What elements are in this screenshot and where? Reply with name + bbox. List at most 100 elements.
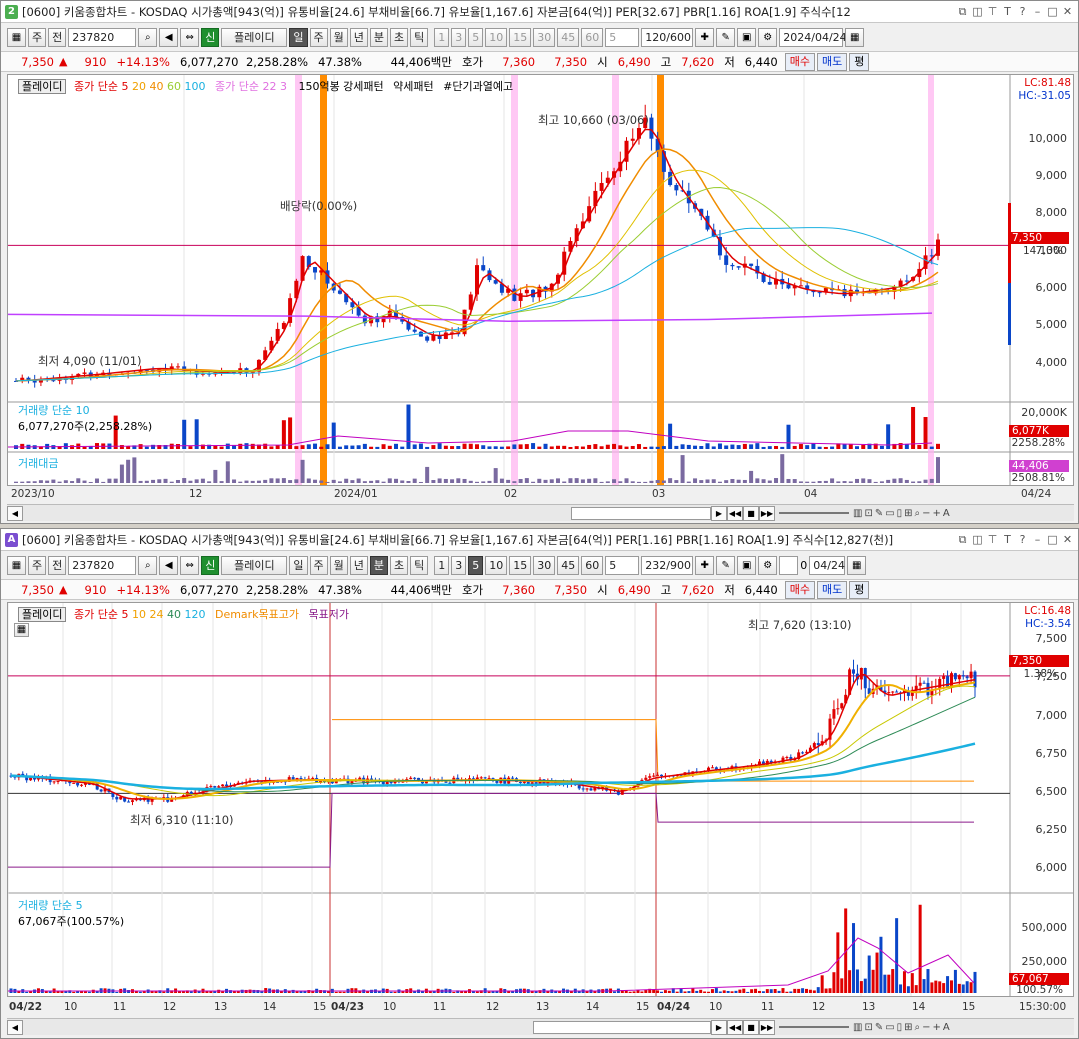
sell-button[interactable]: 매도 (816, 52, 848, 71)
minimize-icon[interactable]: – (1031, 533, 1044, 547)
flat-button[interactable]: 평 (849, 52, 870, 71)
stock-name[interactable]: 플레이디 (221, 556, 288, 575)
bottom-title-bar[interactable]: A [0600] 키움종합차트 - KOSDAQ 시가총액[943(억)] 유통… (1, 529, 1078, 551)
grid-icon[interactable]: ▦ (7, 28, 26, 47)
speaker-icon[interactable]: ◀ (159, 28, 179, 47)
period-day[interactable]: 일 (289, 556, 308, 575)
period-second[interactable]: 초 (390, 28, 409, 47)
date-input[interactable]: 04/24 (809, 556, 846, 575)
zoom-slider[interactable] (779, 512, 849, 514)
pin-icon[interactable]: ⊤ (986, 533, 999, 547)
split-icon[interactable]: ⇔ (180, 556, 200, 575)
scroll-thumb[interactable] (533, 1020, 711, 1034)
code-input[interactable]: 237820 (68, 28, 137, 47)
table-icon[interactable]: ▦ (14, 623, 29, 637)
maximize-icon[interactable]: □ (1046, 5, 1059, 19)
range-input[interactable]: 120/600 (641, 28, 694, 47)
scroll-left-icon[interactable]: ◀ (7, 505, 23, 521)
num-30[interactable]: 30 (533, 28, 556, 47)
help-icon[interactable]: ? (1016, 5, 1029, 19)
period-day[interactable]: 일 (289, 28, 308, 47)
grid-icon[interactable]: ▦ (7, 556, 26, 575)
link-icon[interactable]: ⧉ (956, 5, 969, 19)
scroll-track[interactable] (23, 1021, 533, 1034)
font-icon[interactable]: T (1001, 533, 1014, 547)
num-1[interactable]: 1 (434, 556, 450, 575)
scroll-thumb[interactable] (571, 506, 711, 520)
period-month[interactable]: 월 (329, 28, 348, 47)
prev-button[interactable]: 전 (48, 28, 67, 47)
gear-icon[interactable]: ⚙ (758, 556, 778, 575)
calendar-icon[interactable]: ▦ (845, 28, 865, 47)
rewind-icon[interactable]: ◀◀ (727, 1019, 743, 1035)
num-1[interactable]: 1 (434, 28, 450, 47)
maximize-icon[interactable]: □ (1046, 533, 1059, 547)
rewind-icon[interactable]: ◀◀ (727, 505, 743, 521)
mode-select[interactable]: 주 (28, 556, 47, 575)
period-week[interactable]: 주 (309, 28, 328, 47)
gear-icon[interactable]: ⚙ (758, 28, 778, 47)
code-input[interactable]: 237820 (68, 556, 137, 575)
draw-icon[interactable]: ✎ (716, 556, 736, 575)
search-icon[interactable]: ⌕ (138, 28, 158, 47)
speaker-icon[interactable]: ◀ (159, 556, 179, 575)
play-icon[interactable]: ▶▶ (759, 1019, 775, 1035)
prev-button[interactable]: 전 (48, 556, 67, 575)
scroll-right-icon[interactable]: ▶ (711, 505, 727, 521)
pin-icon[interactable]: ⊤ (986, 5, 999, 19)
crosshair-icon[interactable]: ✚ (695, 556, 715, 575)
play-icon[interactable]: ▶▶ (759, 505, 775, 521)
period-second[interactable]: 초 (390, 556, 409, 575)
bottom-price-chart[interactable]: 플레이디 종가 단순 5 10 24 40 120 Demark목표고가 목표저… (7, 602, 1074, 997)
num-5[interactable]: 5 (468, 28, 484, 47)
period-tick[interactable]: 틱 (410, 556, 429, 575)
copy-icon[interactable]: ◫ (971, 533, 984, 547)
num-45[interactable]: 45 (557, 28, 580, 47)
font-icon[interactable]: T (1001, 5, 1014, 19)
legend-name[interactable]: 플레이디 (18, 607, 67, 622)
period-week[interactable]: 주 (309, 556, 328, 575)
scroll-right-icon[interactable]: ▶ (711, 1019, 727, 1035)
calendar-icon[interactable]: ▦ (847, 556, 867, 575)
legend-name[interactable]: 플레이디 (18, 79, 67, 94)
tool-icons[interactable]: ▥⊡✎▭▯⊞⌕−+A (853, 508, 952, 519)
mode-select[interactable]: 주 (28, 28, 47, 47)
scroll-track[interactable] (23, 507, 571, 520)
buy-button[interactable]: 매수 (784, 52, 815, 71)
num-45[interactable]: 45 (557, 556, 580, 575)
close-icon[interactable]: ✕ (1061, 533, 1074, 547)
num-60[interactable]: 60 (581, 28, 604, 47)
sell-button[interactable]: 매도 (816, 580, 848, 599)
copy-icon[interactable]: ◫ (971, 5, 984, 19)
bottom-scrollbar[interactable]: ◀ ▶ ◀◀ ■ ▶▶ ▥⊡✎▭▯⊞⌕−+A (7, 1018, 1074, 1035)
num-10[interactable]: 10 (485, 28, 508, 47)
crosshair-icon[interactable]: ✚ (695, 28, 715, 47)
num-3[interactable]: 3 (451, 28, 467, 47)
num-30[interactable]: 30 (533, 556, 556, 575)
period-minute[interactable]: 분 (369, 28, 388, 47)
top-price-chart[interactable]: 플레이디 종가 단순 5 20 40 60 100 종가 단순 22 3 150… (7, 74, 1074, 486)
date-input[interactable]: 2024/04/24 (779, 28, 847, 47)
search-icon[interactable]: ⌕ (138, 556, 158, 575)
split-icon[interactable]: ⇔ (180, 28, 200, 47)
save-icon[interactable]: ▣ (737, 28, 757, 47)
count-select[interactable]: 5 (605, 28, 640, 47)
link-icon[interactable]: ⧉ (956, 533, 969, 547)
help-icon[interactable]: ? (1016, 533, 1029, 547)
num-5[interactable]: 5 (468, 556, 484, 575)
num-10[interactable]: 10 (485, 556, 508, 575)
top-scrollbar[interactable]: ◀ ▶ ◀◀ ■ ▶▶ ▥⊡✎▭▯⊞⌕−+A (7, 504, 1074, 521)
num-60[interactable]: 60 (581, 556, 604, 575)
num-15[interactable]: 15 (509, 556, 532, 575)
period-minute[interactable]: 분 (369, 556, 388, 575)
period-month[interactable]: 월 (329, 556, 348, 575)
checkbox[interactable] (779, 556, 799, 575)
flat-button[interactable]: 평 (849, 580, 870, 599)
count-select[interactable]: 5 (605, 556, 640, 575)
buy-button[interactable]: 매수 (784, 580, 815, 599)
tool-icons[interactable]: ▥⊡✎▭▯⊞⌕−+A (853, 1022, 952, 1033)
period-year[interactable]: 년 (349, 556, 368, 575)
close-icon[interactable]: ✕ (1061, 5, 1074, 19)
stop-icon[interactable]: ■ (743, 1019, 759, 1035)
range-input[interactable]: 232/900 (641, 556, 694, 575)
